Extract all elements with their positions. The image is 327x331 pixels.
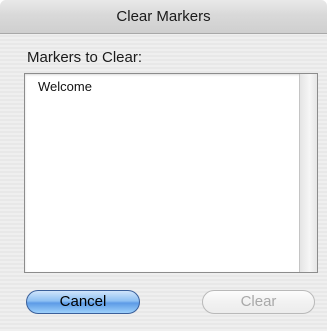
cancel-button[interactable]: Cancel [26,290,140,314]
marker-item-welcome[interactable]: Welcome [38,79,92,94]
markers-list-scrollbar[interactable] [299,74,317,272]
markers-list-label: Markers to Clear: [27,49,143,66]
clear-button[interactable]: Clear [202,290,315,314]
title-bar[interactable]: Clear Markers [0,0,327,34]
dialog-title: Clear Markers [116,8,211,25]
markers-list[interactable]: Welcome [24,73,318,273]
clear-markers-dialog: Clear Markers Markers to Clear: Welcome … [0,0,327,331]
